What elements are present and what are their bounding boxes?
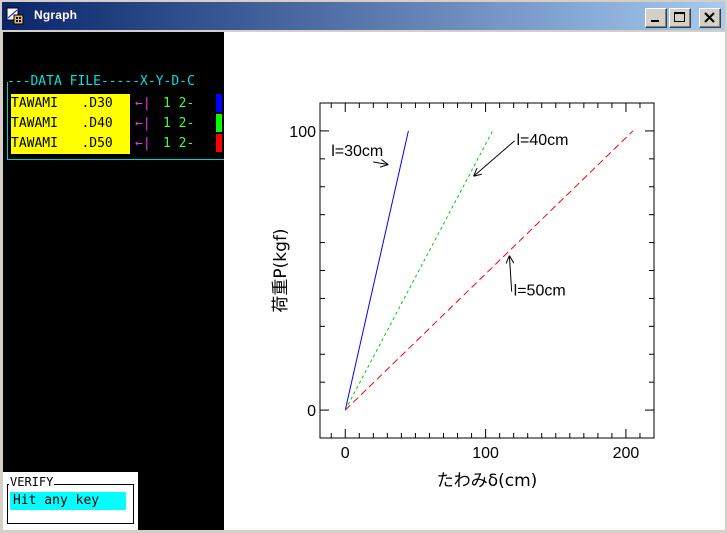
color-swatch bbox=[216, 134, 222, 152]
y-tick-label: 100 bbox=[289, 124, 316, 141]
annotation-arrow bbox=[373, 162, 387, 164]
file-columns: 1 2- bbox=[163, 136, 195, 151]
file-marker: ←| bbox=[135, 136, 151, 151]
file-name: TAWAMI .D50 bbox=[11, 134, 130, 154]
title-bar[interactable]: Ngraph bbox=[2, 2, 725, 30]
series-annotation: l=50cm bbox=[514, 283, 566, 300]
plot-panel: 0 100 200 0 100 l=30cm l=40cm l=50cm たわみδ(cm) 荷重P… bbox=[224, 32, 725, 530]
data-file-header: ---DATA FILE-----X-Y-D-C bbox=[7, 74, 195, 89]
x-tick-label: 100 bbox=[472, 445, 499, 462]
file-row[interactable]: TAWAMI .D30 ←| 1 2- bbox=[11, 94, 222, 114]
y-tick-label: 0 bbox=[307, 403, 316, 420]
series-line bbox=[344, 130, 494, 411]
x-tick-label: 0 bbox=[341, 445, 350, 462]
maximize-icon bbox=[674, 12, 685, 22]
file-marker: ←| bbox=[135, 96, 151, 111]
series-line bbox=[344, 130, 634, 411]
close-icon bbox=[704, 12, 715, 23]
x-axis-label: たわみδ(cm) bbox=[437, 471, 538, 491]
data-file-panel: ---DATA FILE-----X-Y-D-C TAWAMI .D30 ←| … bbox=[3, 72, 224, 162]
verify-message[interactable]: Hit any key bbox=[10, 492, 126, 510]
ngraph-window: Ngraph ---DATA FILE-----X-Y-D-C TAWAMI .… bbox=[0, 0, 727, 533]
ngraph-app-icon bbox=[6, 7, 24, 25]
annotation-arrow bbox=[509, 257, 511, 292]
series-annotation: l=40cm bbox=[516, 132, 568, 149]
file-marker: ←| bbox=[135, 116, 151, 131]
file-row[interactable]: TAWAMI .D40 ←| 1 2- bbox=[11, 114, 222, 134]
annotation-arrow bbox=[474, 140, 515, 176]
client-area: ---DATA FILE-----X-Y-D-C TAWAMI .D30 ←| … bbox=[3, 32, 725, 530]
file-columns: 1 2- bbox=[163, 116, 195, 131]
color-swatch bbox=[216, 114, 222, 132]
window-title: Ngraph bbox=[34, 8, 78, 22]
file-name: TAWAMI .D30 bbox=[11, 94, 130, 114]
series-line bbox=[344, 130, 409, 411]
y-axis-label: 荷重P(kgf) bbox=[271, 228, 291, 312]
x-tick-label: 200 bbox=[613, 445, 640, 462]
line-chart: 0 100 200 0 100 l=30cm l=40cm l=50cm たわみδ(cm) 荷重P… bbox=[271, 102, 655, 491]
file-name: TAWAMI .D40 bbox=[11, 114, 130, 134]
file-columns: 1 2- bbox=[163, 96, 195, 111]
maximize-button[interactable] bbox=[669, 8, 691, 28]
minimize-icon bbox=[651, 20, 659, 22]
frame-bottom bbox=[7, 159, 224, 160]
file-row[interactable]: TAWAMI .D50 ←| 1 2- bbox=[11, 134, 222, 154]
series-annotation: l=30cm bbox=[331, 143, 383, 160]
minimize-button[interactable] bbox=[645, 8, 667, 28]
close-button[interactable] bbox=[699, 8, 721, 28]
verify-label: VERIFY bbox=[9, 475, 55, 489]
color-swatch bbox=[216, 94, 222, 112]
verify-panel: VERIFY Hit any key bbox=[3, 472, 138, 530]
frame-left bbox=[7, 82, 8, 160]
